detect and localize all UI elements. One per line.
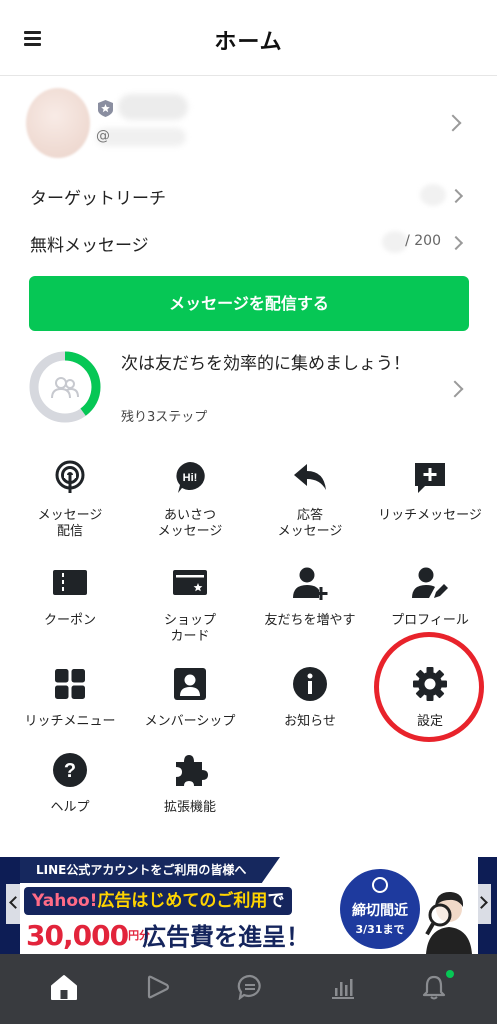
nav-home[interactable]	[14, 954, 113, 1024]
deadline-date: 3/31まで	[355, 923, 405, 936]
banner-offer: 30,000円分広告費を進呈！	[26, 917, 310, 952]
banner-offer-text: 広告費を進呈！	[142, 923, 311, 951]
grid-item-rich-menu[interactable]: リッチメニュー	[8, 666, 132, 756]
chevron-right-icon	[448, 188, 464, 204]
svg-text:?: ?	[64, 760, 76, 782]
grid-label: クーポン	[43, 613, 96, 628]
ad-banner-content: LINE公式アカウントをご利用の皆様へ Yahoo!広告はじめてのご利用で 30…	[20, 857, 478, 954]
banner-yahoo: Yahoo!	[32, 891, 98, 911]
help-icon: ?	[53, 753, 87, 787]
chevron-left-icon	[9, 896, 22, 909]
voom-icon	[147, 975, 170, 999]
banner-prev-button[interactable]	[6, 884, 22, 924]
reply-icon	[294, 464, 326, 490]
target-reach-label: ターゲットリーチ	[30, 189, 166, 209]
home-icon	[51, 975, 77, 1000]
account-id-prefix: @	[96, 128, 110, 144]
bottom-navigation	[0, 954, 497, 1024]
coupon-icon	[53, 570, 87, 595]
account-row[interactable]: @	[0, 88, 497, 163]
grid-label: ヘルプ	[50, 800, 90, 815]
grid-label: メッセージ 配信	[37, 508, 103, 539]
chevron-right-icon	[446, 380, 464, 398]
free-messages-row[interactable]: 無料メッセージ / 200	[0, 223, 497, 263]
analytics-icon	[332, 979, 354, 999]
progress-message: 次は友だちを効率的に集めましょう！	[121, 354, 410, 374]
grid-label: 応答 メッセージ	[277, 508, 343, 539]
grid-item-shop-card[interactable]: ショップ カード	[128, 565, 252, 655]
rich-menu-icon	[55, 669, 85, 699]
app-header: ホーム	[0, 0, 497, 76]
verified-badge-icon	[98, 100, 113, 117]
nav-voom[interactable]	[108, 954, 207, 1024]
progress-steps-remaining: 残り3ステップ	[121, 410, 208, 425]
banner-next-button[interactable]	[475, 884, 491, 924]
grid-label: リッチメッセージ	[378, 508, 482, 523]
banner-tail: で	[267, 891, 285, 911]
chevron-right-icon	[475, 896, 488, 909]
person-magnifier-illustration	[425, 891, 472, 954]
grid-label: あいさつ メッセージ	[157, 508, 223, 539]
bell-icon	[422, 975, 446, 1000]
grid-item-auto-reply[interactable]: 応答 メッセージ	[248, 460, 372, 550]
chevron-right-icon	[444, 114, 462, 132]
chevron-right-icon	[448, 235, 464, 251]
info-icon	[293, 667, 327, 701]
grid-item-membership[interactable]: メンバーシップ	[128, 666, 252, 756]
target-reach-row[interactable]: ターゲットリーチ	[0, 176, 497, 216]
extension-icon	[176, 755, 208, 786]
timer-icon	[372, 877, 388, 893]
page-title: ホーム	[214, 30, 283, 55]
grid-label: リッチメニュー	[24, 714, 116, 729]
deadline-label: 締切間近	[352, 903, 408, 919]
svg-text:Hi!: Hi!	[183, 472, 198, 484]
banner-highlight: 広告はじめてのご利用	[97, 891, 268, 911]
target-reach-value-blurred	[420, 184, 446, 206]
grid-label: 拡張機能	[163, 800, 216, 815]
broadcast-icon	[55, 460, 85, 493]
avatar	[26, 88, 90, 158]
grid-item-coupon[interactable]: クーポン	[8, 565, 132, 655]
grid-label: お知らせ	[284, 714, 336, 729]
rich-message-icon	[415, 463, 445, 493]
grid-label: ショップ カード	[163, 613, 216, 644]
grid-item-rich-message[interactable]: リッチメッセージ	[368, 460, 492, 550]
greeting-icon: Hi!	[176, 462, 205, 493]
add-friend-icon	[293, 567, 328, 600]
grid-label: 友だちを増やす	[264, 613, 356, 628]
banner-headline: Yahoo!広告はじめてのご利用で	[24, 887, 293, 915]
nav-notifications[interactable]	[384, 954, 483, 1024]
progress-ring	[29, 351, 101, 423]
grid-item-help[interactable]: ? ヘルプ	[8, 752, 132, 842]
banner-heading: LINE公式アカウントをご利用の皆様へ	[20, 857, 280, 883]
grid-item-greeting[interactable]: Hi! あいさつ メッセージ	[128, 460, 252, 550]
free-messages-used-blurred	[382, 231, 408, 253]
grid-item-extensions[interactable]: 拡張機能	[128, 752, 252, 842]
grid-item-add-friends[interactable]: 友だちを増やす	[248, 565, 372, 655]
grid-label: プロフィール	[391, 613, 469, 628]
banner-yen: 円分	[128, 929, 151, 942]
grid-item-notices[interactable]: お知らせ	[248, 666, 372, 756]
send-message-button[interactable]: メッセージを配信する	[29, 276, 469, 331]
grid-label: メンバーシップ	[144, 714, 236, 729]
membership-icon	[174, 668, 206, 700]
grid-item-broadcast[interactable]: メッセージ 配信	[8, 460, 132, 550]
nav-analytics[interactable]	[293, 954, 392, 1024]
shop-card-icon	[173, 570, 207, 595]
nav-chat[interactable]	[200, 954, 299, 1024]
free-messages-label: 無料メッセージ	[30, 236, 149, 256]
setup-progress-card[interactable]: 次は友だちを効率的に集めましょう！ 残り3ステップ	[0, 345, 497, 430]
account-name-blurred	[118, 94, 188, 120]
notification-dot	[446, 970, 454, 978]
ad-banner[interactable]: LINE公式アカウントをご利用の皆様へ Yahoo!広告はじめてのご利用で 30…	[0, 857, 497, 954]
chat-icon	[237, 974, 261, 1000]
deadline-badge: 締切間近 3/31まで	[340, 869, 420, 949]
profile-icon	[412, 567, 448, 598]
friends-icon	[51, 377, 79, 399]
settings-highlight-circle	[374, 632, 484, 742]
banner-amount: 30,000	[26, 919, 129, 952]
free-messages-limit: / 200	[405, 233, 441, 249]
